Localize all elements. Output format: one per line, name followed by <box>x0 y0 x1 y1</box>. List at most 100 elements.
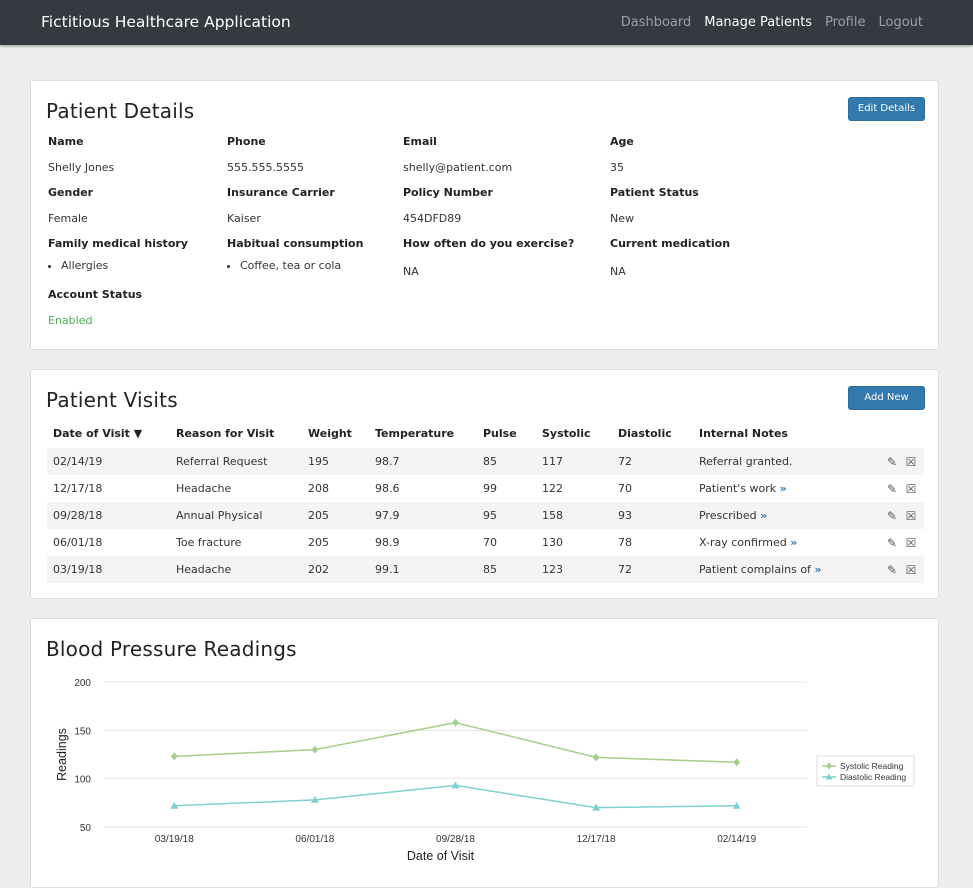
legend-label: Systolic Reading <box>840 761 904 771</box>
field-value: 555.555.5555 <box>227 161 304 174</box>
expand-notes-link[interactable]: » <box>790 536 797 549</box>
col-reason[interactable]: Reason for Visit <box>170 419 302 448</box>
pencil-icon[interactable]: ✎ <box>885 563 899 577</box>
cell-date: 02/14/19 <box>47 448 170 475</box>
edit-details-button[interactable]: Edit Details <box>848 97 925 121</box>
field-label: Patient Status <box>610 186 699 199</box>
visits-table: Date of Visit ▼ Reason for Visit Weight … <box>47 419 924 583</box>
field-label: How often do you exercise? <box>403 237 575 250</box>
notes-text: Patient's work <box>699 482 777 495</box>
data-point <box>311 745 319 754</box>
field-current-medication: Current medication NA <box>610 237 730 278</box>
data-point <box>733 758 741 767</box>
expand-notes-link[interactable]: » <box>780 482 787 495</box>
cell-notes: Referral granted. <box>693 448 865 475</box>
close-box-icon[interactable]: ☒ <box>904 536 918 550</box>
cell-weight: 205 <box>308 536 329 549</box>
notes-text: Referral granted. <box>699 455 793 468</box>
field-name: Name Shelly Jones <box>48 135 114 174</box>
cell-reason: Toe fracture <box>176 536 242 549</box>
close-box-icon[interactable]: ☒ <box>904 563 918 577</box>
blood-pressure-card: Blood Pressure Readings 50 100 150 200 03/19… <box>30 618 939 888</box>
col-weight[interactable]: Weight <box>302 419 369 448</box>
cell-diastolic: 70 <box>618 482 632 495</box>
nav-profile[interactable]: Profile <box>825 15 865 30</box>
col-label: Date of Visit <box>53 427 130 440</box>
nav-dashboard[interactable]: Dashboard <box>621 15 692 30</box>
cell-reason: Referral Request <box>170 448 302 475</box>
close-box-icon[interactable]: ☒ <box>904 509 918 523</box>
notes-text: Prescribed <box>699 509 757 522</box>
data-point <box>592 753 600 762</box>
y-tick-label: 50 <box>80 823 92 834</box>
notes-text: Patient complains of <box>699 563 811 576</box>
col-pulse[interactable]: Pulse <box>477 419 536 448</box>
x-tick-label: 03/19/18 <box>155 834 194 845</box>
table-row: 03/19/18 Headache 202 99.1 85 123 72 Pat… <box>47 556 924 583</box>
list-item: Coffee, tea or cola <box>240 259 363 272</box>
field-email: Email shelly@patient.com <box>403 135 512 174</box>
cell-diastolic: 93 <box>612 502 693 529</box>
cell-actions: ✎ ☒ <box>865 448 924 475</box>
family-history-list: Allergies <box>48 259 188 272</box>
cell-weight: 208 <box>308 482 329 495</box>
cell-systolic: 117 <box>536 448 612 475</box>
field-account-status: Account Status Enabled <box>48 288 142 327</box>
cell-notes: Patient's work » <box>693 475 865 502</box>
cell-diastolic: 72 <box>612 448 693 475</box>
col-actions <box>865 419 924 448</box>
cell-diastolic: 72 <box>612 556 693 583</box>
col-internal-notes[interactable]: Internal Notes <box>693 419 865 448</box>
pencil-icon[interactable]: ✎ <box>885 455 899 469</box>
close-box-icon[interactable]: ☒ <box>904 455 918 469</box>
close-box-icon[interactable]: ☒ <box>904 482 918 496</box>
nav-manage-patients[interactable]: Manage Patients <box>704 15 812 30</box>
nav-links: Dashboard Manage Patients Profile Logout <box>621 15 923 30</box>
field-value: NA <box>610 265 626 278</box>
col-systolic[interactable]: Systolic <box>536 419 612 448</box>
cell-pulse: 99 <box>483 482 497 495</box>
x-tick-label: 02/14/19 <box>717 834 756 845</box>
field-insurance-carrier: Insurance Carrier Kaiser <box>227 186 335 225</box>
y-tick-label: 100 <box>74 775 91 786</box>
cell-actions: ✎ ☒ <box>865 529 924 556</box>
pencil-icon[interactable]: ✎ <box>885 482 899 496</box>
expand-notes-link[interactable]: » <box>760 509 767 522</box>
field-value: New <box>610 212 634 225</box>
field-exercise: How often do you exercise? NA <box>403 237 574 278</box>
cell-notes: Patient complains of » <box>693 556 865 583</box>
patient-details-title: Patient Details <box>46 99 195 123</box>
field-label: Family medical history <box>48 237 188 250</box>
field-label: Name <box>48 135 84 148</box>
col-diastolic[interactable]: Diastolic <box>612 419 693 448</box>
x-tick-label: 12/17/18 <box>577 834 616 845</box>
y-tick-label: 200 <box>74 678 91 689</box>
field-label: Phone <box>227 135 266 148</box>
cell-date: 03/19/18 <box>47 556 170 583</box>
table-header-row: Date of Visit ▼ Reason for Visit Weight … <box>47 419 924 448</box>
nav-logout[interactable]: Logout <box>878 15 923 30</box>
cell-systolic: 122 <box>542 482 563 495</box>
field-label: Account Status <box>48 288 143 301</box>
account-status-value: Enabled <box>48 314 93 327</box>
cell-pulse: 70 <box>483 536 497 549</box>
app-brand[interactable]: Fictitious Healthcare Application <box>41 13 291 31</box>
col-date-of-visit[interactable]: Date of Visit ▼ <box>47 419 170 448</box>
pencil-icon[interactable]: ✎ <box>885 509 899 523</box>
field-phone: Phone 555.555.5555 <box>227 135 304 174</box>
expand-notes-link[interactable]: » <box>814 563 821 576</box>
cell-diastolic: 78 <box>618 536 632 549</box>
field-gender: Gender Female <box>48 186 93 225</box>
visits-table-body: 02/14/19 Referral Request 195 98.7 85 11… <box>47 448 924 583</box>
cell-temperature: 98.6 <box>375 482 400 495</box>
patient-visits-title: Patient Visits <box>46 388 178 412</box>
cell-actions: ✎ ☒ <box>865 475 924 502</box>
field-value: 454DFD89 <box>403 212 462 225</box>
field-label: Current medication <box>610 237 731 250</box>
cell-pulse: 95 <box>477 502 536 529</box>
cell-reason: Headache <box>170 556 302 583</box>
add-new-visit-button[interactable]: Add New <box>848 386 925 410</box>
pencil-icon[interactable]: ✎ <box>885 536 899 550</box>
col-temperature[interactable]: Temperature <box>369 419 477 448</box>
field-habitual-consumption: Habitual consumption Coffee, tea or cola <box>227 237 363 272</box>
